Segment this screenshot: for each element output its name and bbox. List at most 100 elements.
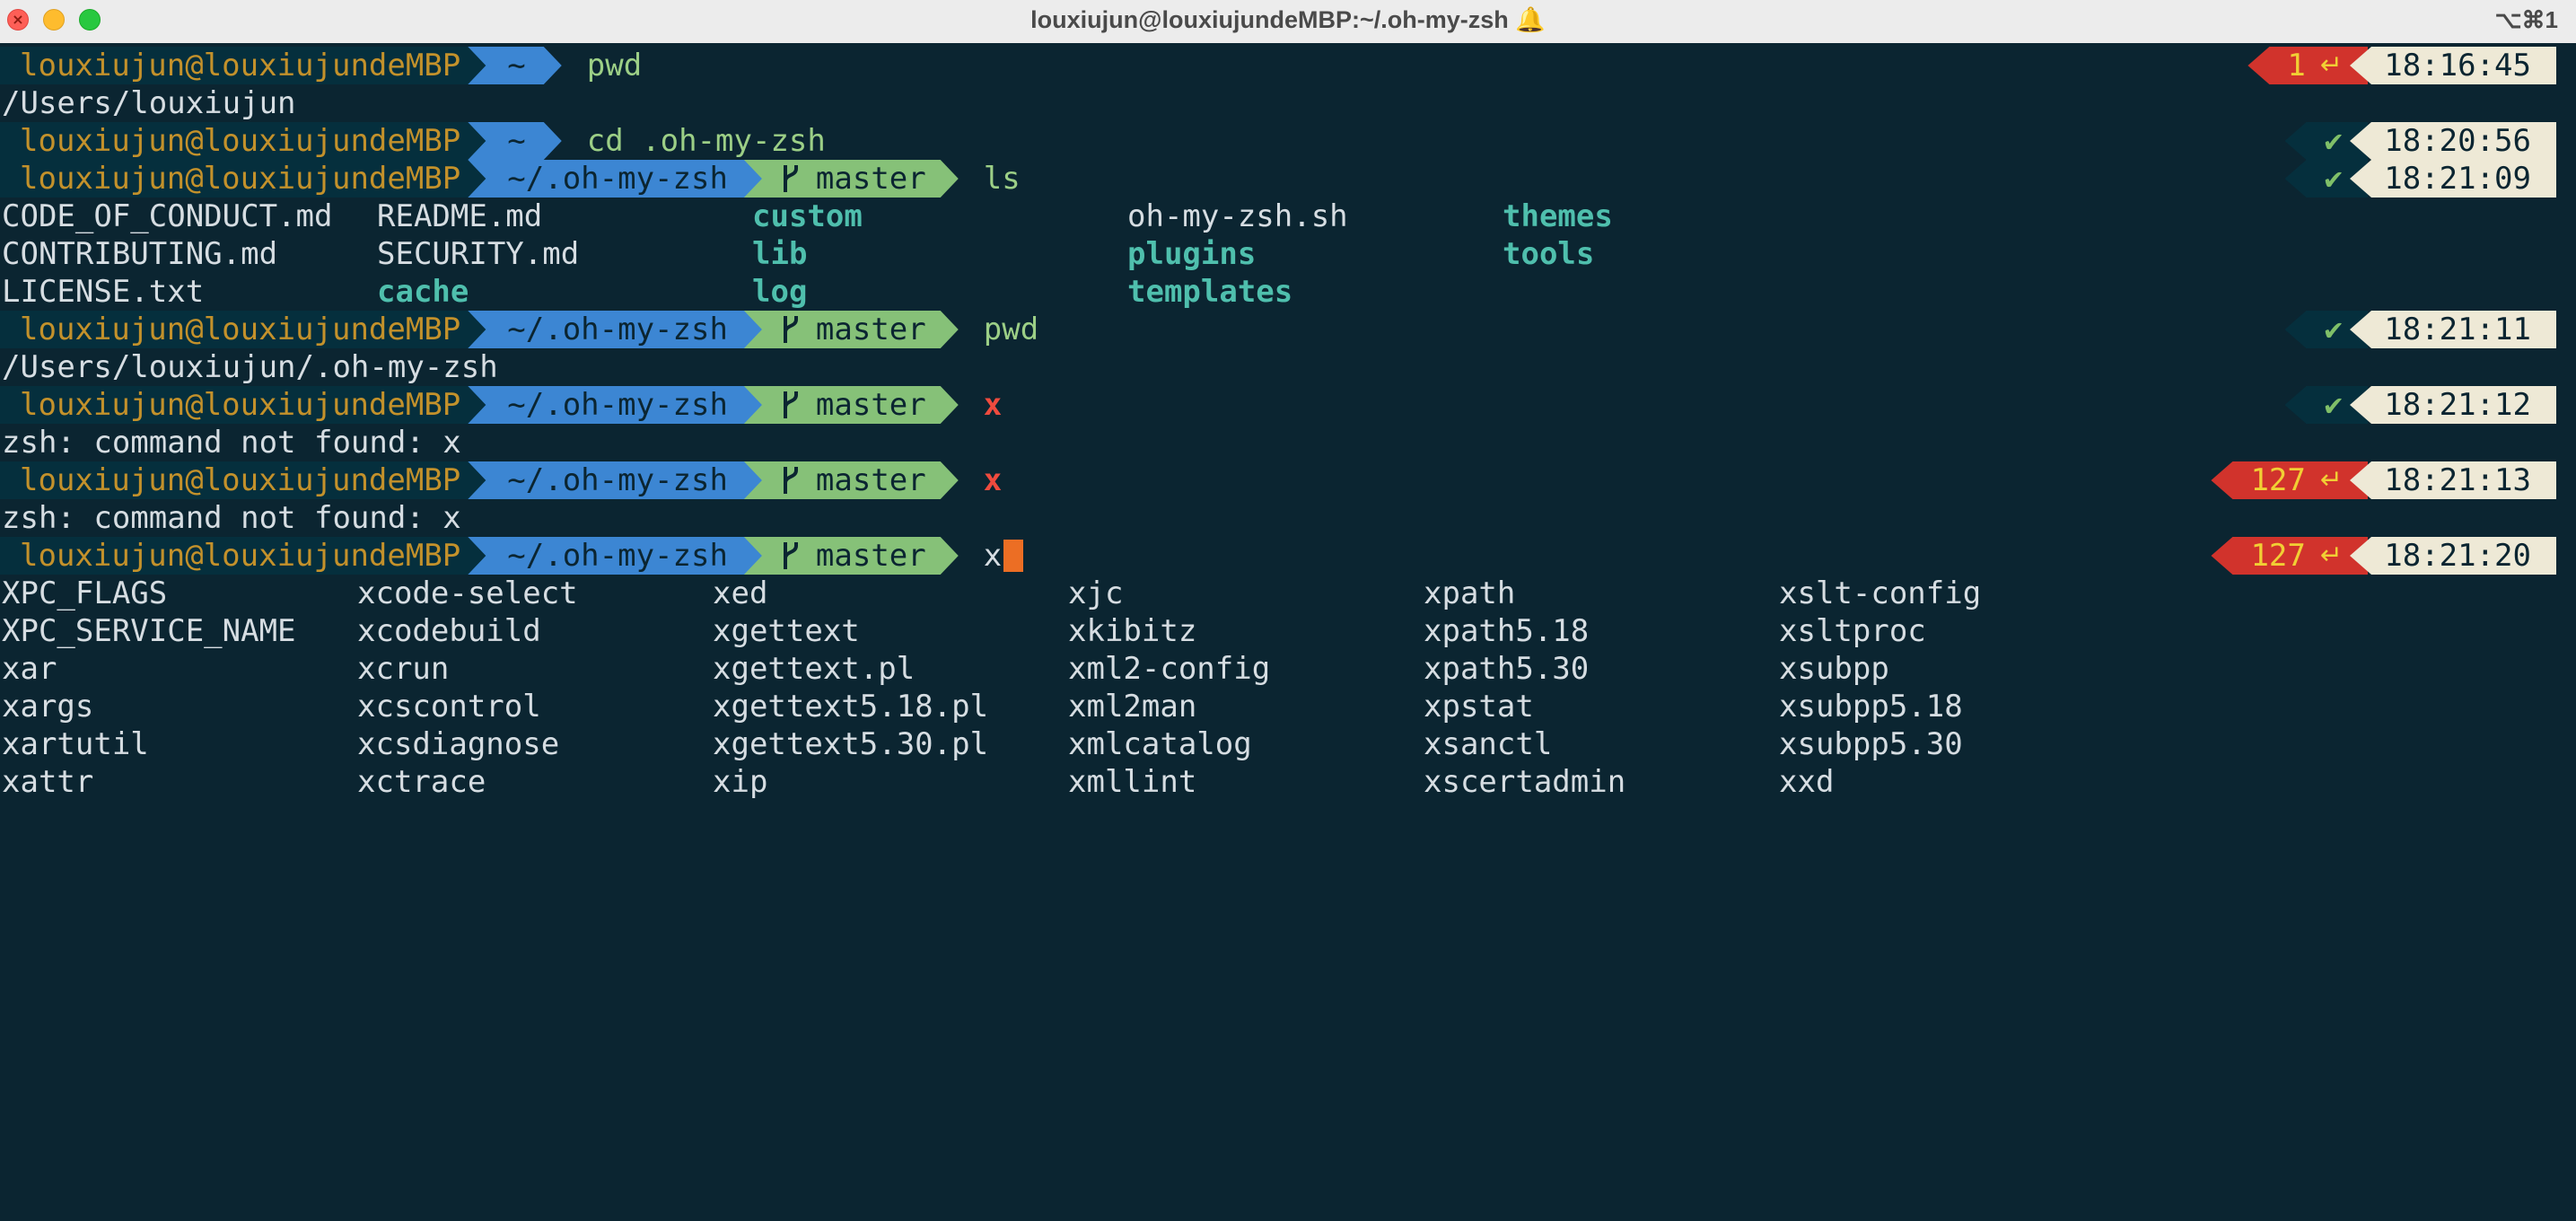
completion-candidate[interactable]: XPC_FLAGS: [2, 575, 167, 612]
completion-candidate[interactable]: xjc: [1068, 575, 1123, 612]
completion-candidate[interactable]: xkibitz: [1068, 612, 1196, 650]
prompt: louxiujun@louxiujundeMBP ~/.oh-my-zsh mast…: [0, 311, 1038, 348]
file-entry: oh-my-zsh.sh: [1127, 198, 1348, 234]
completion-candidate[interactable]: xattr: [2, 763, 93, 801]
completion-candidate[interactable]: xpath: [1424, 575, 1515, 612]
completion-candidate[interactable]: xctrace: [357, 763, 486, 801]
output-line: /Users/louxiujun/.oh-my-zsh: [0, 348, 2576, 386]
return-icon: ↵: [2319, 540, 2343, 571]
completion-candidate[interactable]: xartutil: [2, 725, 149, 763]
output-line: /Users/louxiujun: [0, 84, 2576, 122]
git-branch-icon: [780, 163, 802, 194]
prompt-directory: ~/.oh-my-zsh: [468, 311, 764, 348]
window-shortcut: ⌥⌘1: [2494, 6, 2558, 33]
prompt: louxiujun@louxiujundeMBP ~ pwd: [0, 47, 642, 84]
completion-candidate[interactable]: xslt-config: [1779, 575, 1981, 612]
right-prompt: ✔ 18:20:56: [2284, 122, 2556, 160]
text-cursor[interactable]: [1003, 540, 1024, 572]
command-text: pwd: [983, 312, 1039, 347]
prompt: louxiujun@louxiujundeMBP ~/.oh-my-zsh mast…: [0, 461, 1002, 499]
exit-status-badge: 127 ↵: [2211, 461, 2368, 499]
completion-candidate[interactable]: xsanctl: [1424, 725, 1552, 763]
directory-entry: cache: [377, 274, 469, 310]
prompt-directory: ~/.oh-my-zsh: [468, 160, 764, 198]
branch-name: master: [815, 312, 926, 347]
completion-candidate[interactable]: xpstat: [1424, 688, 1534, 725]
completion-candidate[interactable]: xargs: [2, 688, 93, 725]
completion-candidate[interactable]: xsltproc: [1779, 612, 1926, 650]
directory-entry: custom: [752, 198, 863, 234]
prompt-context: louxiujun@louxiujundeMBP: [0, 461, 486, 499]
prompt: louxiujun@louxiujundeMBP ~ cd .oh-my-zsh: [0, 122, 826, 160]
completion-candidate[interactable]: xed: [713, 575, 767, 612]
terminal-content[interactable]: louxiujun@louxiujundeMBP ~ pwd 1 ↵ 18:16:45/U…: [0, 43, 2576, 1221]
completion-row: xargs xcscontrol xgettext5.18.pl xml2man xps…: [0, 688, 2576, 725]
command-text: cd .oh-my-zsh: [586, 123, 826, 159]
command-text[interactable]: x: [984, 537, 1002, 575]
completion-candidate[interactable]: xmlcatalog: [1068, 725, 1252, 763]
branch-name: master: [815, 462, 926, 498]
window-title: louxiujun@louxiujundeMBP:~/.oh-my-zsh 🔔: [1030, 6, 1546, 33]
completion-candidate[interactable]: xip: [713, 763, 767, 801]
prompt-git-branch: master: [744, 537, 959, 575]
file-entry: SECURITY.md: [377, 236, 580, 272]
completion-candidate[interactable]: xar: [2, 650, 57, 688]
prompt-line: louxiujun@louxiujundeMBP ~/.oh-my-zsh mast…: [0, 537, 2576, 575]
right-prompt: ✔ 18:21:09: [2284, 160, 2556, 198]
prompt-line: louxiujun@louxiujundeMBP ~ pwd 1 ↵ 18:16:45: [0, 47, 2576, 84]
output-text: /Users/louxiujun: [2, 85, 296, 121]
completion-candidate[interactable]: xgettext.pl: [713, 650, 915, 688]
output-line: zsh: command not found: x: [0, 499, 2576, 537]
completion-candidate[interactable]: xgettext5.18.pl: [713, 688, 988, 725]
prompt-line: louxiujun@louxiujundeMBP ~/.oh-my-zsh mast…: [0, 386, 2576, 424]
directory-entry: log: [752, 274, 808, 310]
timestamp: 18:20:56: [2350, 122, 2556, 160]
file-entry: CODE_OF_CONDUCT.md: [2, 198, 333, 234]
prompt-line: louxiujun@louxiujundeMBP ~/.oh-my-zsh mast…: [0, 461, 2576, 499]
check-icon: ✔: [2324, 387, 2343, 423]
completion-candidate[interactable]: xml2man: [1068, 688, 1196, 725]
ls-row: LICENSE.txt cache log templates: [0, 273, 2576, 311]
git-branch-icon: [780, 390, 802, 420]
output-text: /Users/louxiujun/.oh-my-zsh: [2, 349, 498, 385]
completion-candidate[interactable]: xpath5.18: [1424, 612, 1589, 650]
prompt-context: louxiujun@louxiujundeMBP: [0, 537, 486, 575]
completion-row: xar xcrun xgettext.pl xml2-config xpath5.30 x…: [0, 650, 2576, 688]
prompt-directory: ~/.oh-my-zsh: [468, 386, 764, 424]
completion-candidate[interactable]: xgettext: [713, 612, 860, 650]
right-prompt: 1 ↵ 18:16:45: [2247, 47, 2556, 84]
completion-candidate[interactable]: xcrun: [357, 650, 449, 688]
completion-candidate[interactable]: xsubpp5.30: [1779, 725, 1963, 763]
directory-entry: lib: [752, 236, 808, 272]
completion-candidate[interactable]: xml2-config: [1068, 650, 1270, 688]
git-branch-icon: [780, 465, 802, 496]
prompt-context: louxiujun@louxiujundeMBP: [0, 311, 486, 348]
completion-candidate[interactable]: xsubpp: [1779, 650, 1889, 688]
file-entry: CONTRIBUTING.md: [2, 236, 278, 272]
completion-candidate[interactable]: xpath5.30: [1424, 650, 1589, 688]
git-branch-icon: [780, 314, 802, 345]
prompt-context: louxiujun@louxiujundeMBP: [0, 122, 486, 160]
completion-candidate[interactable]: xxd: [1779, 763, 1834, 801]
right-prompt: ✔ 18:21:11: [2284, 311, 2556, 348]
completion-candidate[interactable]: xscertadmin: [1424, 763, 1625, 801]
completion-candidate[interactable]: xcsdiagnose: [357, 725, 559, 763]
prompt-git-branch: master: [744, 461, 959, 499]
completion-candidate[interactable]: xcodebuild: [357, 612, 541, 650]
completion-candidate[interactable]: xmllint: [1068, 763, 1196, 801]
completion-candidate[interactable]: xcode-select: [357, 575, 578, 612]
completion-row: XPC_SERVICE_NAME xcodebuild xgettext xkibit…: [0, 612, 2576, 650]
prompt-line: louxiujun@louxiujundeMBP ~/.oh-my-zsh mast…: [0, 311, 2576, 348]
completion-candidate[interactable]: xsubpp5.18: [1779, 688, 1963, 725]
completion-candidate[interactable]: XPC_SERVICE_NAME: [2, 612, 296, 650]
right-prompt: ✔ 18:21:12: [2284, 386, 2556, 424]
return-icon: ↵: [2319, 49, 2343, 81]
branch-name: master: [815, 538, 926, 574]
right-prompt: 127 ↵ 18:21:13: [2211, 461, 2556, 499]
prompt-context: louxiujun@louxiujundeMBP: [0, 47, 486, 84]
completion-candidate[interactable]: xcscontrol: [357, 688, 541, 725]
directory-entry: tools: [1503, 236, 1595, 272]
prompt-git-branch: master: [744, 311, 959, 348]
completion-candidate[interactable]: xgettext5.30.pl: [713, 725, 988, 763]
file-entry: README.md: [377, 198, 543, 234]
